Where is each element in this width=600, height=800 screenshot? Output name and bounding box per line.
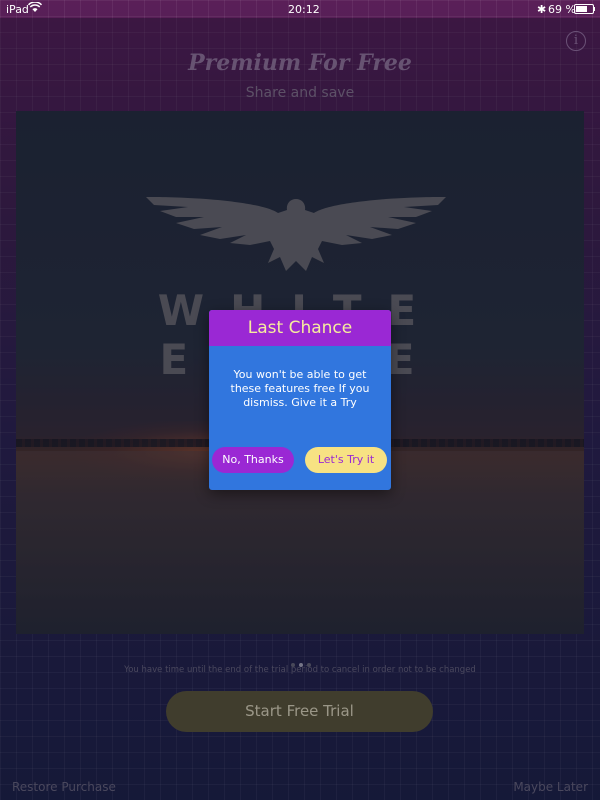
bluetooth-icon: ✱ xyxy=(537,3,547,16)
dialog-title: Last Chance xyxy=(209,310,391,346)
status-bar: iPad 20:12 ✱ 69 % xyxy=(0,0,600,18)
info-icon[interactable]: i xyxy=(566,31,586,51)
no-thanks-button[interactable]: No, Thanks xyxy=(212,447,294,473)
device-label: iPad xyxy=(6,3,29,16)
eagle-logo-icon xyxy=(146,197,446,271)
page-title: Premium For Free xyxy=(188,50,412,76)
wifi-icon xyxy=(27,1,43,16)
maybe-later-link[interactable]: Maybe Later xyxy=(513,780,588,794)
restore-purchase-link[interactable]: Restore Purchase xyxy=(12,780,116,794)
battery-percent: 69 % xyxy=(548,3,576,16)
start-free-trial-button[interactable]: Start Free Trial xyxy=(166,691,433,732)
last-chance-dialog: Last Chance You won't be able to get the… xyxy=(209,310,391,490)
clock: 20:12 xyxy=(288,3,320,16)
battery-icon xyxy=(574,4,594,14)
lets-try-it-button[interactable]: Let's Try it xyxy=(305,447,387,473)
dialog-message: You won't be able to get these features … xyxy=(230,368,370,409)
trial-note: You have time until the end of the trial… xyxy=(124,665,476,675)
page-subtitle: Share and save xyxy=(245,85,355,101)
